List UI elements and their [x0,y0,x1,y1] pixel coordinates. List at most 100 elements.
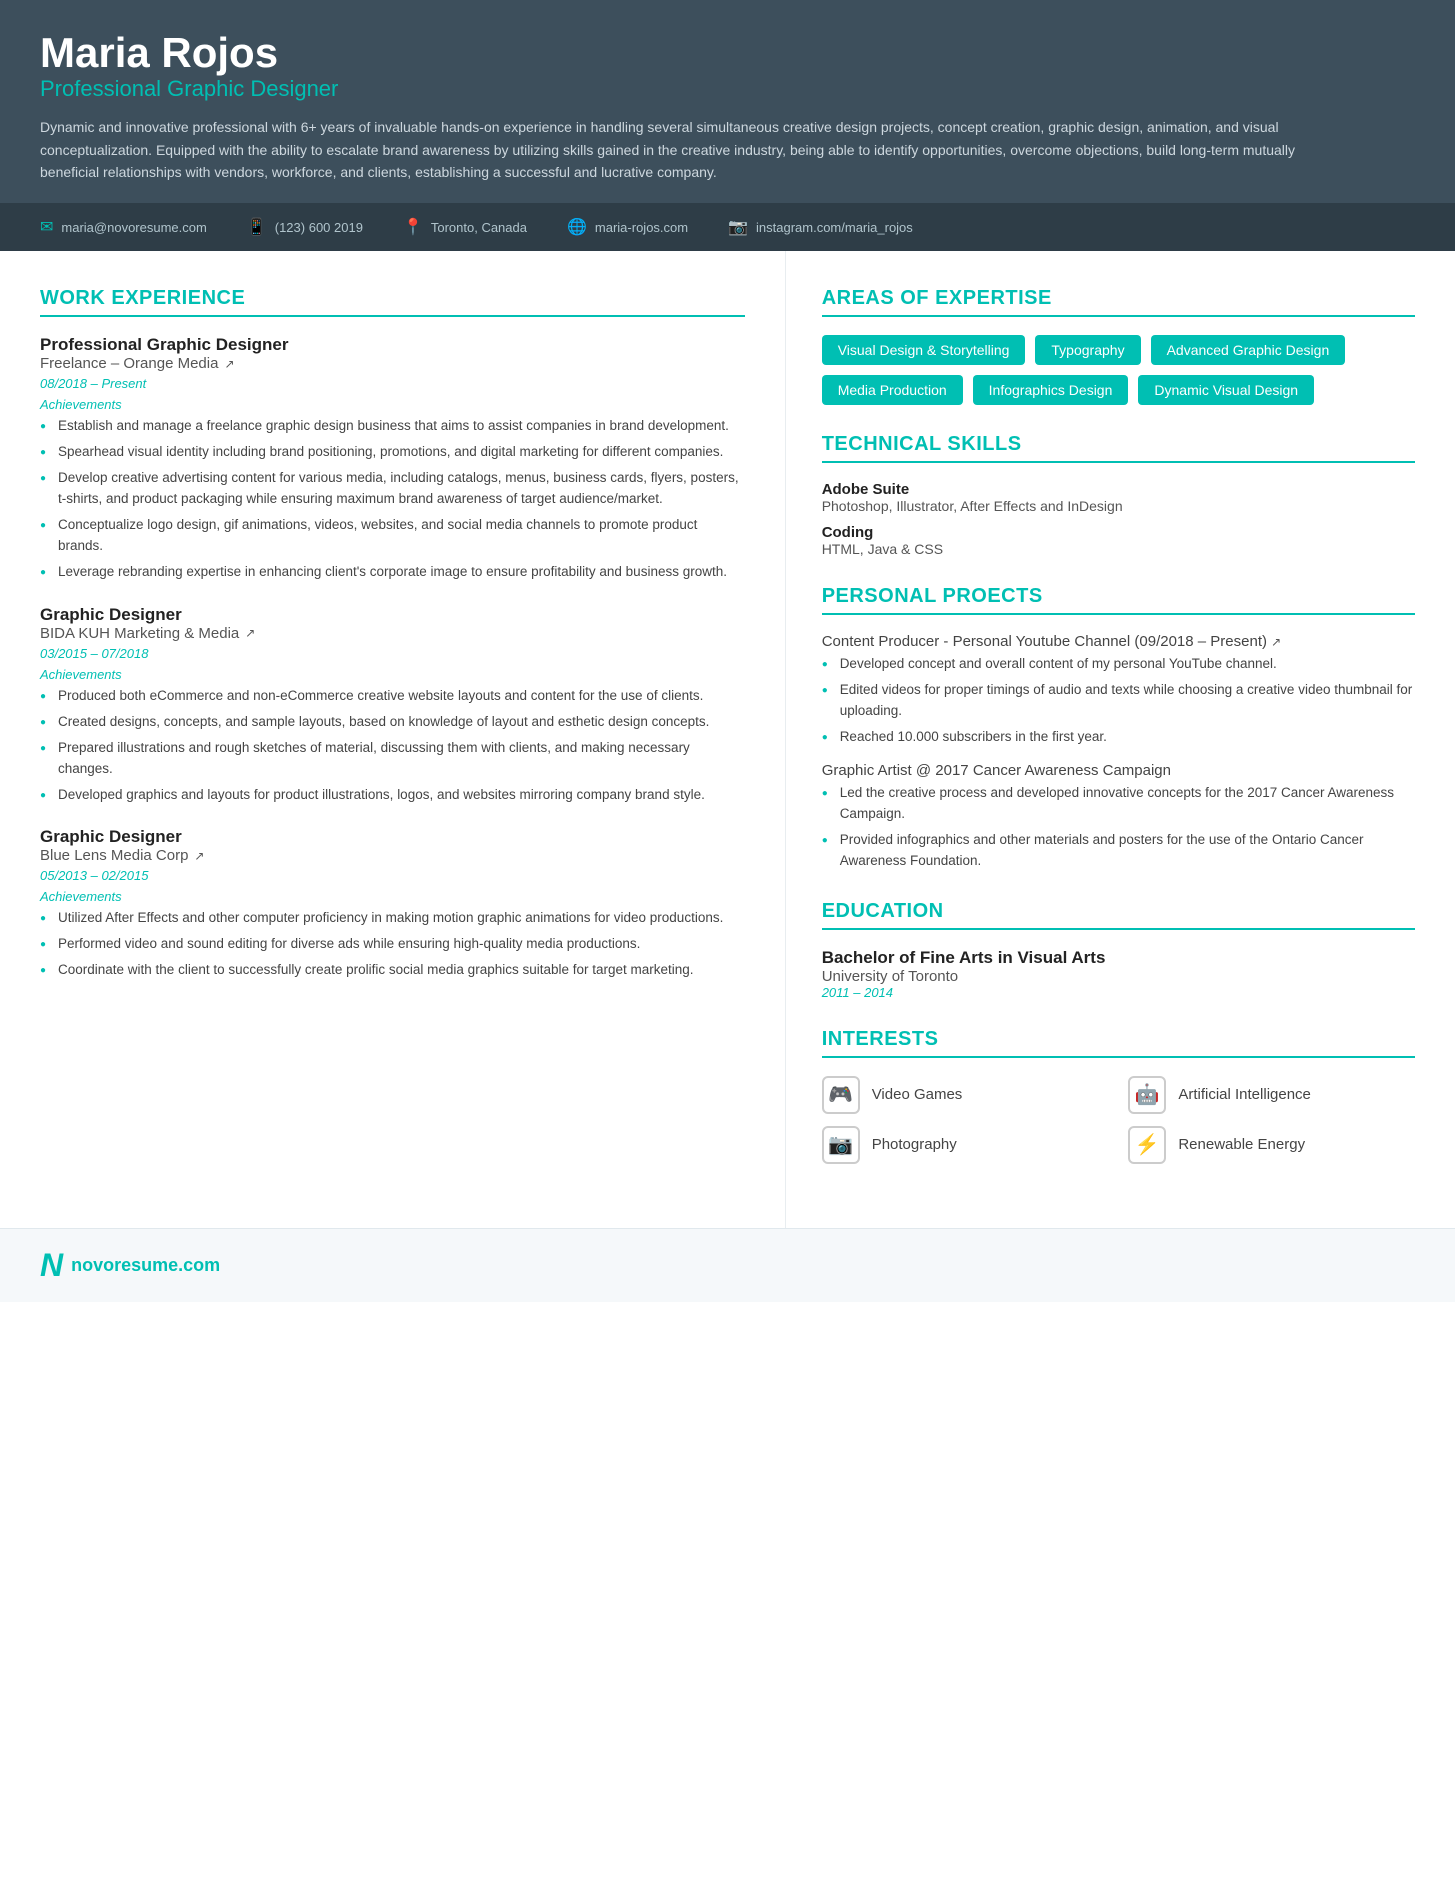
bullet: Conceptualize logo design, gif animation… [40,515,745,557]
job-date-2: 03/2015 – 07/2018 [40,646,745,661]
ai-icon: 🤖 [1128,1076,1166,1114]
bullet: Performed video and sound editing for di… [40,934,745,955]
interests-title: INTERESTS [822,1028,1415,1058]
project-bullets-1: Developed concept and overall content of… [822,654,1415,748]
email-icon: ✉ [40,217,53,237]
work-experience-section: WORK EXPERIENCE Professional Graphic Des… [40,287,745,981]
edu-school: University of Toronto [822,968,1415,985]
video-games-icon: 🎮 [822,1076,860,1114]
bullet: Establish and manage a freelance graphic… [40,416,745,437]
job-date-1: 08/2018 – Present [40,376,745,391]
logo-n-icon: N [40,1247,63,1284]
job-bullets-1: Establish and manage a freelance graphic… [40,416,745,582]
contact-phone: 📱 (123) 600 2019 [247,217,363,237]
renewable-energy-icon: ⚡ [1128,1126,1166,1164]
job-title-3: Graphic Designer [40,827,745,847]
job-bullets-2: Produced both eCommerce and non-eCommerc… [40,686,745,806]
interest-ai: 🤖 Artificial Intelligence [1128,1076,1415,1114]
contact-email: ✉ maria@novoresume.com [40,217,207,237]
proj-bullet: Reached 10.000 subscribers in the first … [822,727,1415,748]
proj-bullet: Edited videos for proper timings of audi… [822,680,1415,722]
education-title: EDUCATION [822,900,1415,930]
project-title-2: Graphic Artist @ 2017 Cancer Awareness C… [822,762,1415,779]
external-link-icon-2: ↗ [245,626,255,640]
interest-renewable-energy: ⚡ Renewable Energy [1128,1126,1415,1164]
achievements-label-1: Achievements [40,397,745,412]
project-2: Graphic Artist @ 2017 Cancer Awareness C… [822,762,1415,872]
tag-advanced-graphic: Advanced Graphic Design [1151,335,1346,365]
globe-icon: 🌐 [567,217,587,237]
proj-bullet: Developed concept and overall content of… [822,654,1415,675]
personal-projects-section: PERSONAL PROECTS Content Producer - Pers… [822,585,1415,871]
job-bullets-3: Utilized After Effects and other compute… [40,908,745,981]
technical-skills-section: TECHNICAL SKILLS Adobe Suite Photoshop, … [822,433,1415,557]
job-company-2: BIDA KUH Marketing & Media ↗ [40,625,745,642]
expertise-tags: Visual Design & Storytelling Typography … [822,335,1415,405]
achievements-label-2: Achievements [40,667,745,682]
job-block-3: Graphic Designer Blue Lens Media Corp ↗ … [40,827,745,981]
photography-icon: 📷 [822,1126,860,1164]
job-company-3: Blue Lens Media Corp ↗ [40,847,745,864]
proj-bullet: Provided infographics and other material… [822,830,1415,872]
contact-location: 📍 Toronto, Canada [403,217,527,237]
tag-media-production: Media Production [822,375,963,405]
bullet: Spearhead visual identity including bran… [40,442,745,463]
candidate-name: Maria Rojos [40,30,1415,76]
job-title-2: Graphic Designer [40,605,745,625]
contact-website[interactable]: 🌐 maria-rojos.com [567,217,688,237]
achievements-label-3: Achievements [40,889,745,904]
tag-visual-design: Visual Design & Storytelling [822,335,1026,365]
bullet: Produced both eCommerce and non-eCommerc… [40,686,745,707]
job-date-3: 05/2013 – 02/2015 [40,868,745,883]
phone-icon: 📱 [247,217,267,237]
project-title-1: Content Producer - Personal Youtube Chan… [822,633,1415,650]
resume-header: Maria Rojos Professional Graphic Designe… [0,0,1455,203]
technical-skills-title: TECHNICAL SKILLS [822,433,1415,463]
external-link-icon-3: ↗ [194,849,204,863]
education-section: EDUCATION Bachelor of Fine Arts in Visua… [822,900,1415,1000]
tag-dynamic-visual: Dynamic Visual Design [1138,375,1314,405]
interests-grid: 🎮 Video Games 🤖 Artificial Intelligence … [822,1076,1415,1164]
main-content: WORK EXPERIENCE Professional Graphic Des… [0,251,1455,1227]
skill-name-1: Adobe Suite [822,481,1415,498]
bullet: Developed graphics and layouts for produ… [40,785,745,806]
interest-photography: 📷 Photography [822,1126,1109,1164]
instagram-icon: 📷 [728,217,748,237]
skill-name-2: Coding [822,524,1415,541]
footer-logo-text: novoresume.com [71,1255,220,1276]
job-block-1: Professional Graphic Designer Freelance … [40,335,745,582]
external-link-icon-1: ↗ [224,357,234,371]
page-footer: N novoresume.com [0,1228,1455,1302]
skill-1: Adobe Suite Photoshop, Illustrator, Afte… [822,481,1415,514]
bullet: Coordinate with the client to successful… [40,960,745,981]
job-title-1: Professional Graphic Designer [40,335,745,355]
left-column: WORK EXPERIENCE Professional Graphic Des… [0,251,786,1227]
expertise-title: AREAS OF EXPERTISE [822,287,1415,317]
bullet: Utilized After Effects and other compute… [40,908,745,929]
bullet: Prepared illustrations and rough sketche… [40,738,745,780]
edu-degree: Bachelor of Fine Arts in Visual Arts [822,948,1415,968]
tag-typography: Typography [1035,335,1140,365]
right-column: AREAS OF EXPERTISE Visual Design & Story… [786,251,1455,1227]
project-1: Content Producer - Personal Youtube Chan… [822,633,1415,748]
contact-bar: ✉ maria@novoresume.com 📱 (123) 600 2019 … [0,203,1455,251]
skill-detail-1: Photoshop, Illustrator, After Effects an… [822,498,1415,514]
job-company-1: Freelance – Orange Media ↗ [40,355,745,372]
expertise-section: AREAS OF EXPERTISE Visual Design & Story… [822,287,1415,405]
skill-2: Coding HTML, Java & CSS [822,524,1415,557]
work-experience-title: WORK EXPERIENCE [40,287,745,317]
bullet: Leverage rebranding expertise in enhanci… [40,562,745,583]
bullet: Created designs, concepts, and sample la… [40,712,745,733]
footer-logo: N novoresume.com [40,1247,220,1284]
edu-date: 2011 – 2014 [822,985,1415,1000]
candidate-summary: Dynamic and innovative professional with… [40,116,1340,183]
personal-projects-title: PERSONAL PROECTS [822,585,1415,615]
contact-instagram[interactable]: 📷 instagram.com/maria_rojos [728,217,913,237]
location-icon: 📍 [403,217,423,237]
project-bullets-2: Led the creative process and developed i… [822,783,1415,872]
bullet: Develop creative advertising content for… [40,468,745,510]
skill-detail-2: HTML, Java & CSS [822,541,1415,557]
candidate-title: Professional Graphic Designer [40,76,1415,102]
tag-infographics: Infographics Design [973,375,1129,405]
external-link-icon-proj1: ↗ [1271,635,1281,649]
